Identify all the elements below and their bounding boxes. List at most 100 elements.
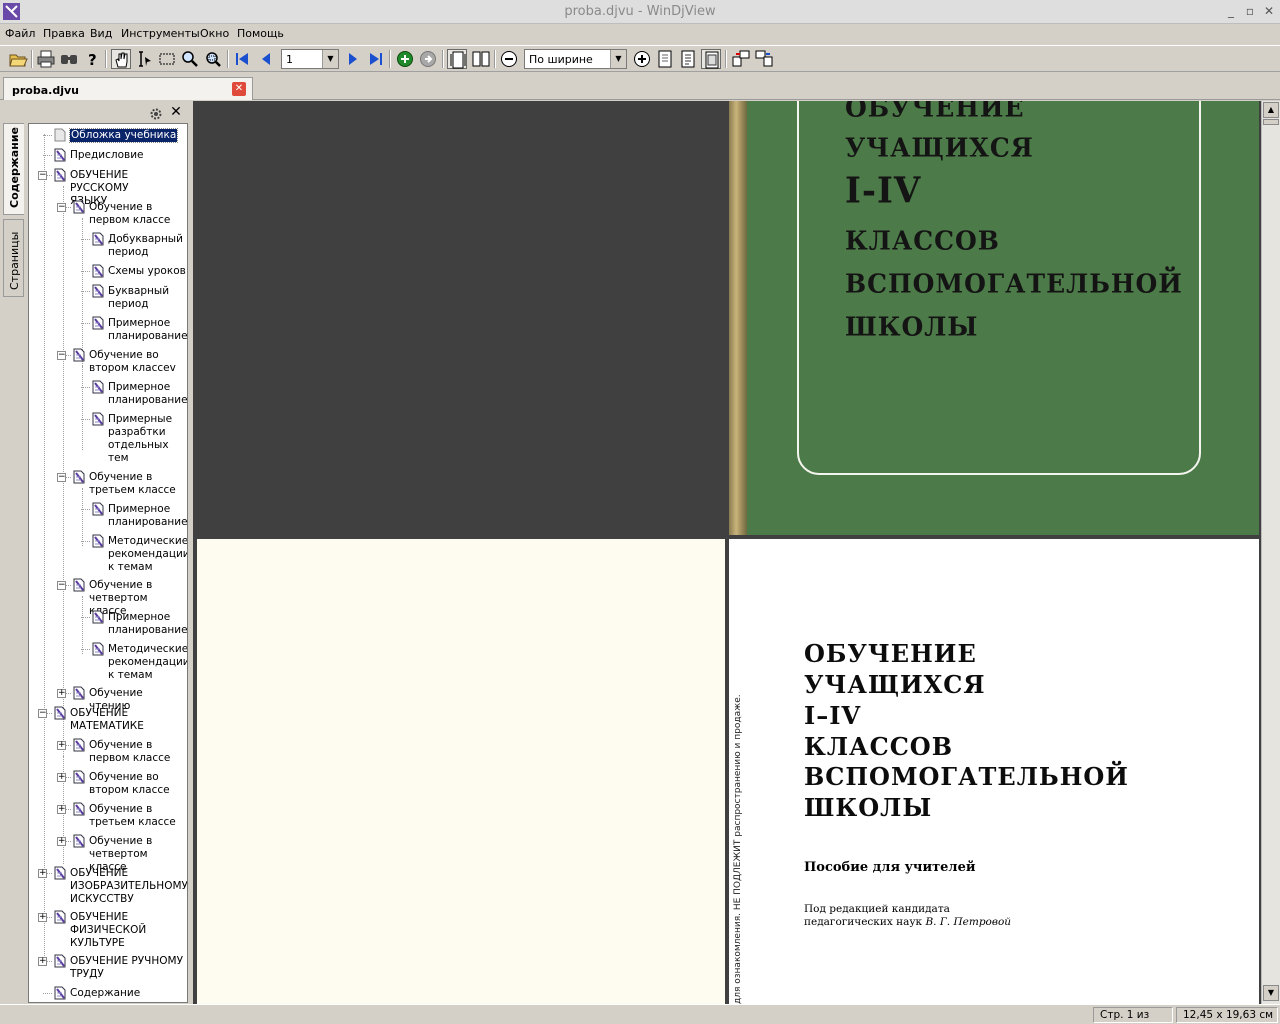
tree-item[interactable]: Обложка учебника bbox=[68, 128, 179, 143]
tree-item[interactable]: Обучение в первом классе bbox=[89, 739, 170, 765]
tree-item-label: ОБУЧЕНИЕ РУССКОМУ bbox=[70, 169, 129, 194]
menu-view[interactable]: Вид bbox=[90, 27, 112, 40]
tree-item[interactable]: Содержание bbox=[70, 987, 140, 1000]
tree-item[interactable]: Схемы уроков bbox=[108, 265, 186, 278]
zoom-combo[interactable]: По ширине ▼ bbox=[524, 49, 627, 69]
fit-width-icon[interactable] bbox=[701, 49, 721, 69]
expand-icon[interactable]: + bbox=[38, 957, 47, 966]
menu-help[interactable]: Помощь bbox=[237, 27, 284, 40]
bookmark-page-icon bbox=[92, 316, 104, 330]
tree-item[interactable]: Обучение во втором классе bbox=[89, 771, 170, 797]
expand-icon[interactable]: + bbox=[57, 741, 66, 750]
minimize-button[interactable]: _ bbox=[1222, 3, 1240, 20]
zoom-icon[interactable] bbox=[180, 49, 200, 69]
bookmark-page-icon bbox=[73, 686, 85, 700]
scroll-down-icon[interactable]: ▼ bbox=[1263, 985, 1279, 1001]
bookmark-page-icon bbox=[73, 738, 85, 752]
tree-item[interactable]: Добукварный период bbox=[108, 233, 183, 259]
tab-pages[interactable]: Страницы bbox=[3, 219, 24, 297]
tree-item[interactable]: Примерное планирование bbox=[108, 503, 187, 529]
tree-item[interactable]: Методические рекомендации к темам bbox=[108, 643, 187, 682]
tree-item-label: ИЗОБРАЗИТЕЛЬНОМУ bbox=[70, 880, 188, 892]
last-page-icon[interactable] bbox=[366, 49, 386, 69]
gear-icon[interactable] bbox=[149, 107, 163, 121]
expand-icon[interactable]: + bbox=[38, 869, 47, 878]
rect-select-icon[interactable] bbox=[157, 49, 177, 69]
title-page-line: I–IV bbox=[804, 701, 862, 730]
tree-item[interactable]: ОБУЧЕНИЕ ФИЗИЧЕСКОЙ КУЛЬТУРЕ bbox=[70, 911, 146, 950]
close-icon[interactable]: ✕ bbox=[232, 82, 246, 96]
expand-icon[interactable]: + bbox=[57, 805, 66, 814]
text-select-icon[interactable] bbox=[134, 49, 154, 69]
tree-item[interactable]: Обучение в третьем классе bbox=[89, 803, 176, 829]
svg-text:?: ? bbox=[88, 51, 97, 69]
first-page-icon[interactable] bbox=[232, 49, 252, 69]
document-tab[interactable]: proba.djvu ✕ bbox=[3, 77, 253, 100]
find-icon[interactable] bbox=[59, 49, 79, 69]
tab-contents[interactable]: Содержание bbox=[3, 123, 24, 215]
tree-item[interactable]: Примерные разрабтки отдельных тем bbox=[108, 413, 172, 465]
tree-item[interactable]: Примерное планирование bbox=[108, 381, 187, 407]
tree-connector bbox=[81, 509, 90, 510]
single-page-icon[interactable] bbox=[447, 49, 467, 69]
tree-item[interactable]: Букварный период bbox=[108, 285, 169, 311]
menu-window[interactable]: Окно bbox=[200, 27, 229, 40]
tree-item-label: Обучение в bbox=[89, 471, 153, 483]
collapse-icon[interactable]: − bbox=[57, 351, 66, 360]
tree-item[interactable]: Методические рекомендации к темам bbox=[108, 535, 187, 574]
menu-file[interactable]: Файл bbox=[5, 27, 35, 40]
zoom-in-icon[interactable] bbox=[632, 49, 652, 69]
help-icon[interactable]: ? bbox=[82, 49, 102, 69]
open-icon[interactable] bbox=[8, 49, 28, 69]
back-icon[interactable] bbox=[395, 49, 415, 69]
expand-icon[interactable]: + bbox=[57, 837, 66, 846]
tree-item[interactable]: ОБУЧЕНИЕ МАТЕМАТИКЕ bbox=[70, 707, 144, 733]
collapse-icon[interactable]: − bbox=[57, 581, 66, 590]
prev-page-icon[interactable] bbox=[256, 49, 276, 69]
print-icon[interactable] bbox=[36, 49, 56, 69]
tree-item[interactable]: Обучение во втором классеv bbox=[89, 349, 176, 375]
fit-page-icon[interactable] bbox=[655, 49, 675, 69]
maximize-button[interactable]: ▫ bbox=[1241, 3, 1259, 20]
collapse-icon[interactable]: − bbox=[38, 171, 47, 180]
tree-item[interactable]: Обучение в первом классе bbox=[89, 201, 170, 227]
facing-pages-icon[interactable] bbox=[471, 49, 491, 69]
chevron-down-icon[interactable]: ▼ bbox=[322, 50, 338, 68]
contents-tree[interactable]: Обложка учебника Предисловие − ОБУЧЕНИЕ РУС… bbox=[28, 123, 188, 1003]
tree-item[interactable]: Предисловие bbox=[70, 149, 144, 162]
tree-item[interactable]: Примерное планирование bbox=[108, 317, 187, 343]
toolbar-separator bbox=[442, 50, 444, 68]
collapse-icon[interactable]: − bbox=[57, 473, 66, 482]
title-page-editor-role: педагогических наук bbox=[804, 916, 923, 928]
document-viewer[interactable]: ОБУЧЕНИЕ УЧАЩИХСЯ I-IV КЛАССОВ ВСПОМОГАТ… bbox=[193, 101, 1261, 1004]
vertical-scrollbar[interactable]: ▲ ▼ bbox=[1261, 101, 1280, 1004]
menu-tools[interactable]: Инструменты bbox=[121, 27, 200, 40]
expand-icon[interactable]: + bbox=[38, 913, 47, 922]
next-page-icon[interactable] bbox=[343, 49, 363, 69]
forward-icon[interactable] bbox=[418, 49, 438, 69]
tree-item-label: к темам bbox=[108, 561, 153, 573]
page-number-combo[interactable]: 1 ▼ bbox=[281, 49, 339, 69]
close-button[interactable]: ✕ bbox=[1260, 3, 1278, 20]
rotate-left-icon[interactable] bbox=[731, 49, 751, 69]
expand-icon[interactable]: + bbox=[57, 689, 66, 698]
actual-size-icon[interactable] bbox=[678, 49, 698, 69]
collapse-icon[interactable]: − bbox=[57, 203, 66, 212]
tree-item[interactable]: Примерное планирование bbox=[108, 611, 187, 637]
close-icon[interactable]: ✕ bbox=[168, 104, 184, 120]
hand-icon[interactable] bbox=[111, 49, 131, 69]
chevron-down-icon[interactable]: ▼ bbox=[610, 50, 626, 68]
zoom-rect-icon[interactable] bbox=[203, 49, 223, 69]
tree-item-label: КУЛЬТУРЕ bbox=[70, 937, 125, 949]
rotate-right-icon[interactable] bbox=[754, 49, 774, 69]
tree-item[interactable]: ОБУЧЕНИЕ ИЗОБРАЗИТЕЛЬНОМУ ИСКУССТВУ bbox=[70, 867, 188, 906]
zoom-out-icon[interactable] bbox=[499, 49, 519, 69]
tree-item[interactable]: Обучение в третьем классе bbox=[89, 471, 176, 497]
expand-icon[interactable]: + bbox=[57, 773, 66, 782]
bookmark-page-icon bbox=[73, 834, 85, 848]
tree-item[interactable]: ОБУЧЕНИЕ РУЧНОМУ ТРУДУ bbox=[70, 955, 183, 981]
collapse-icon[interactable]: − bbox=[38, 709, 47, 718]
scroll-up-icon[interactable]: ▲ bbox=[1263, 102, 1279, 118]
scroll-thumb[interactable] bbox=[1263, 119, 1279, 125]
menu-edit[interactable]: Правка bbox=[43, 27, 85, 40]
